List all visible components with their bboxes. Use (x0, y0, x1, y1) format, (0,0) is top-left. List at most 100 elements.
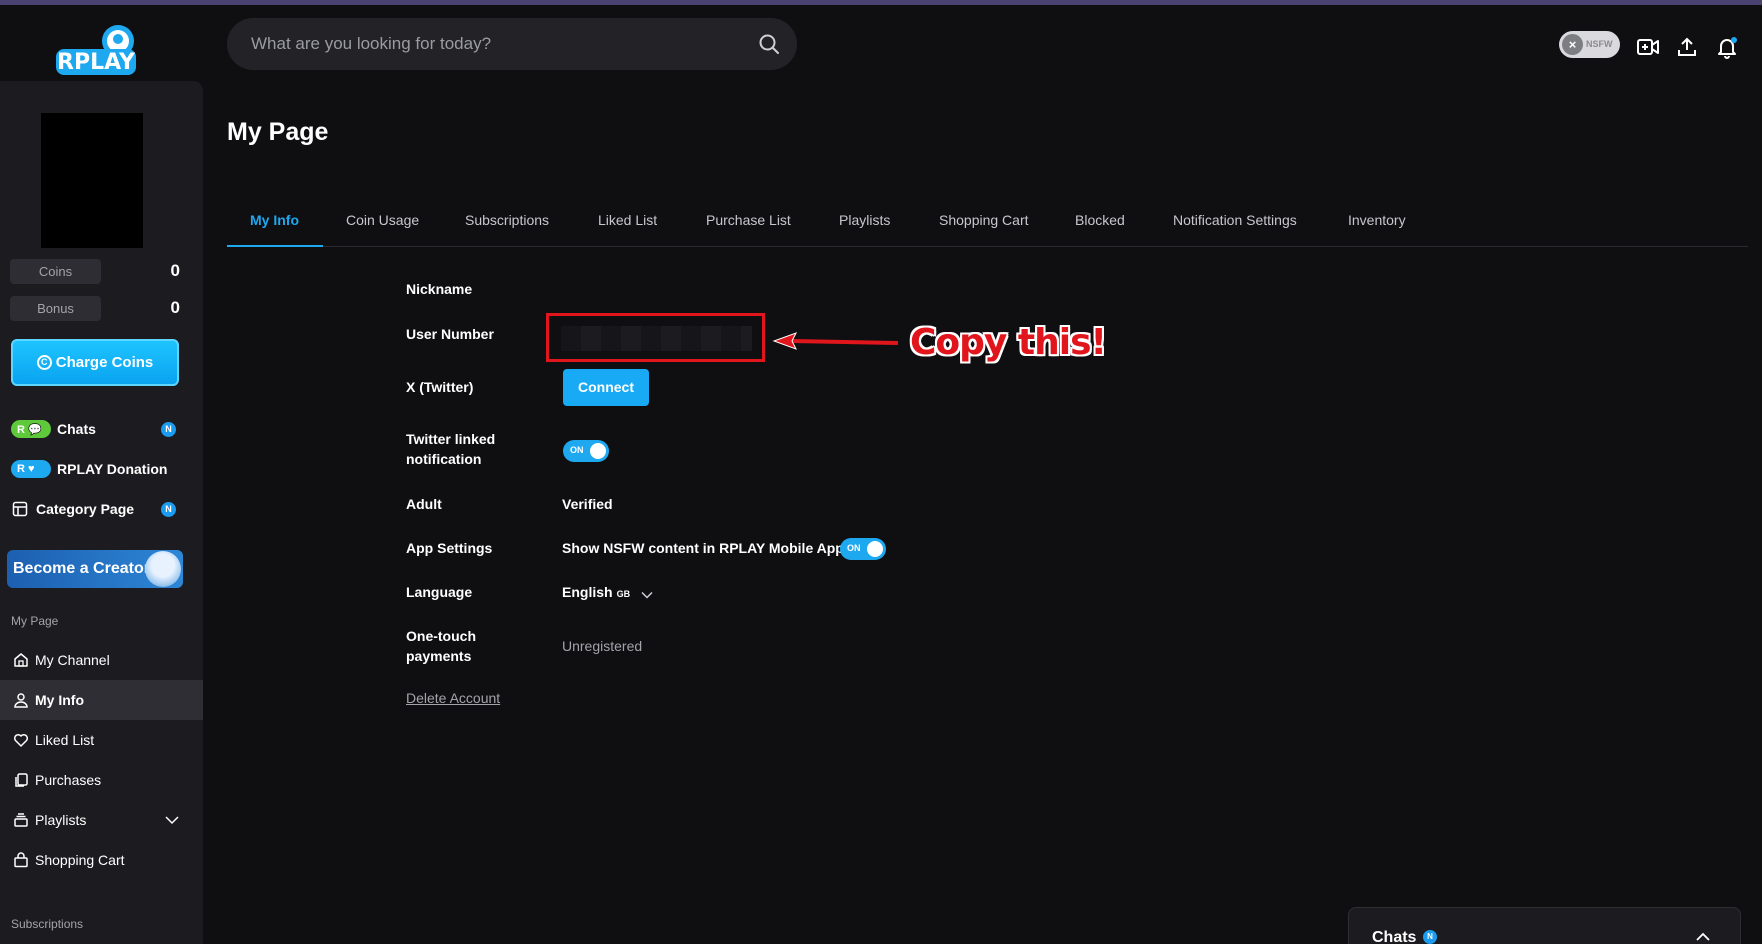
one-touch-label-line2: payments (406, 648, 472, 664)
close-icon: × (1562, 34, 1583, 55)
upload-icon[interactable] (1675, 35, 1699, 59)
tab-playlists[interactable]: Playlists (839, 212, 890, 228)
nsfw-label: NSFW (1586, 39, 1613, 49)
chats-dock-title: Chats (1372, 929, 1417, 944)
language-label: Language (406, 584, 473, 600)
search-icon[interactable] (757, 32, 781, 56)
heart-icon (13, 733, 29, 747)
language-select[interactable]: English GB (562, 584, 630, 600)
search-bar[interactable]: What are you looking for today? (227, 18, 797, 70)
one-touch-value: Unregistered (562, 638, 643, 654)
one-touch-label-line1: One-touch (406, 628, 476, 644)
app-settings-value: Show NSFW content in RPLAY Mobile App (562, 540, 844, 556)
toggle-on-text: ON (570, 445, 584, 455)
sidebar-item-my-info[interactable]: My Info (0, 680, 203, 720)
coin-icon: C (36, 355, 52, 370)
tab-purchase-list[interactable]: Purchase List (706, 212, 791, 228)
language-region: GB (616, 589, 631, 599)
coins-label: Coins (10, 259, 101, 284)
become-creator-label: Become a Creator! (13, 560, 156, 577)
category-page-label: Category Page (36, 501, 135, 517)
twitter-notification-label-line2: notification (406, 451, 482, 467)
nsfw-toggle[interactable]: × NSFW (1559, 31, 1620, 58)
header: RPLAY What are you looking for today? × … (0, 5, 1762, 81)
new-badge: N (161, 502, 176, 517)
avatar[interactable] (41, 113, 143, 248)
tab-my-info[interactable]: My Info (250, 212, 299, 228)
chat-pill-icon: R 💬 (11, 420, 51, 438)
rplay-logo[interactable]: RPLAY (56, 23, 136, 75)
chevron-down-icon[interactable] (640, 588, 654, 602)
new-badge: N (1423, 930, 1437, 944)
user-number-value-redacted[interactable] (561, 326, 752, 351)
tab-liked-list[interactable]: Liked List (598, 212, 657, 228)
rplay-donation-label: RPLAY Donation (57, 461, 168, 477)
chats-dock[interactable]: Chats N (1348, 907, 1741, 944)
sidebar-item-liked-list[interactable]: Liked List (0, 720, 203, 760)
twitter-notification-label-line1: Twitter linked (406, 431, 496, 447)
tab-shopping-cart[interactable]: Shopping Cart (939, 212, 1029, 228)
annotation-copy-this: Copy this! (910, 322, 1107, 363)
adult-value: Verified (562, 496, 613, 512)
bonus-value: 0 (170, 298, 180, 317)
mascot-icon (145, 551, 181, 587)
bag-icon (14, 852, 28, 868)
chats-label: Chats (57, 421, 96, 437)
home-icon (14, 653, 28, 667)
become-creator-banner[interactable]: Become a Creator! (7, 550, 183, 588)
sidebar-item-playlists[interactable]: Playlists (0, 800, 203, 840)
shopping-cart-label: Shopping Cart (35, 852, 125, 868)
copy-icon (15, 773, 28, 787)
toggle-on-text: ON (847, 543, 861, 553)
my-page-section-label: My Page (11, 614, 59, 628)
user-icon (14, 693, 28, 708)
language-value: English (562, 584, 613, 600)
chevron-up-icon[interactable] (1694, 928, 1712, 944)
sidebar-item-shopping-cart[interactable]: Shopping Cart (0, 840, 203, 880)
adult-label: Adult (406, 496, 442, 512)
charge-coins-button[interactable]: C Charge Coins (11, 339, 179, 386)
sidebar-item-my-channel[interactable]: My Channel (0, 640, 203, 680)
tab-blocked[interactable]: Blocked (1075, 212, 1125, 228)
toggle-knob (590, 443, 606, 459)
charge-coins-label: Charge Coins (55, 354, 154, 371)
nickname-label: Nickname (406, 281, 473, 297)
stack-icon (14, 813, 28, 827)
page-title: My Page (227, 118, 329, 146)
delete-account-link[interactable]: Delete Account (406, 690, 500, 706)
playlists-label: Playlists (35, 812, 87, 828)
subscriptions-section-label: Subscriptions (11, 917, 84, 931)
sidebar-link-chats[interactable]: R 💬 Chats N (0, 411, 203, 447)
donation-pill-icon: R ♥ (11, 460, 51, 478)
chevron-down-icon[interactable] (164, 812, 180, 828)
twitter-label: X (Twitter) (406, 379, 474, 395)
sidebar-link-category-page[interactable]: Category Page N (0, 491, 203, 527)
my-channel-label: My Channel (35, 652, 110, 668)
annotation-arrow (772, 332, 899, 350)
new-badge: N (161, 422, 176, 437)
user-number-highlight-box (546, 313, 765, 362)
user-number-label: User Number (406, 326, 494, 342)
app-settings-label: App Settings (406, 540, 493, 556)
sidebar: Coins 0 Bonus 0 C Charge Coins R 💬 Chats… (0, 81, 203, 944)
tab-subscriptions[interactable]: Subscriptions (465, 212, 549, 228)
twitter-notification-toggle[interactable]: ON (563, 440, 609, 462)
svg-text:RPLAY: RPLAY (57, 50, 136, 75)
sidebar-item-purchases[interactable]: Purchases (0, 760, 203, 800)
search-input[interactable]: What are you looking for today? (251, 34, 491, 54)
video-add-icon[interactable] (1636, 35, 1660, 59)
tab-bar: My Info Coin Usage Subscriptions Liked L… (227, 200, 1748, 247)
connect-twitter-button[interactable]: Connect (563, 369, 649, 406)
toggle-knob (867, 541, 883, 557)
tab-inventory[interactable]: Inventory (1348, 212, 1406, 228)
coins-value: 0 (170, 261, 180, 280)
liked-list-label: Liked List (35, 732, 95, 748)
tab-coin-usage[interactable]: Coin Usage (346, 212, 419, 228)
layout-icon (12, 501, 28, 517)
my-info-label: My Info (35, 692, 84, 708)
purchases-label: Purchases (35, 772, 102, 788)
nsfw-mobile-toggle[interactable]: ON (840, 538, 886, 560)
bell-icon[interactable] (1715, 35, 1739, 59)
sidebar-link-rplay-donation[interactable]: R ♥ RPLAY Donation (0, 451, 203, 487)
tab-notification-settings[interactable]: Notification Settings (1173, 212, 1297, 228)
